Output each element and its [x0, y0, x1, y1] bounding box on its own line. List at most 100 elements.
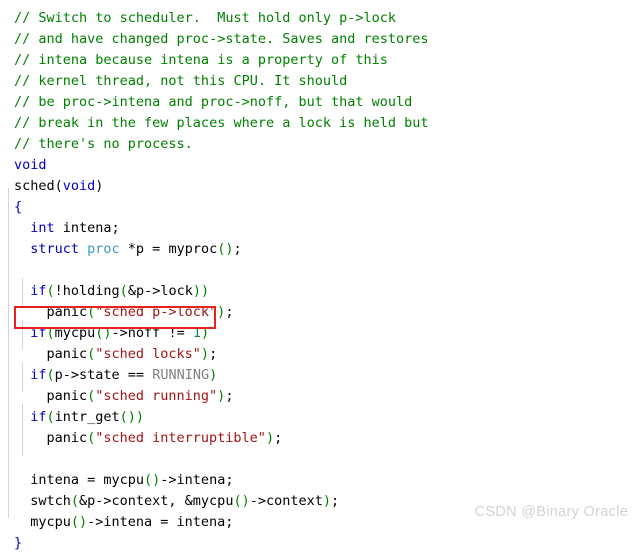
code-token-number: 1 [192, 325, 201, 341]
code-line: // there's no process. [14, 134, 193, 155]
code-token-plain: ; [331, 493, 340, 509]
code-token-keyword: if [30, 409, 47, 425]
code-token-keyword: if [30, 283, 47, 299]
code-token-keyword: if [30, 325, 47, 341]
code-token-plain: ; [209, 346, 218, 362]
code-token-comment: // Switch to scheduler. Must hold only p… [14, 10, 397, 26]
code-token-punct: ( [119, 283, 128, 299]
code-token-plain: ( [54, 178, 63, 194]
code-line: panic("sched interruptible"); [46, 428, 282, 449]
code-token-plain: ; [274, 430, 283, 446]
code-line: // and have changed proc->state. Saves a… [14, 29, 429, 50]
code-token-plain: panic [46, 346, 88, 362]
code-token-plain: sched [14, 178, 55, 194]
code-line: int intena; [30, 218, 119, 239]
code-token-comment: // be proc->intena and proc->noff, but t… [14, 94, 413, 110]
code-token-punct: () [217, 241, 234, 257]
code-token-brace: { [14, 199, 23, 215]
code-token-punct: ) [322, 493, 332, 509]
code-token-comment: // intena because intena is a property o… [14, 52, 388, 68]
code-token-plain: mycpu [54, 325, 96, 341]
code-token-punct: ) [200, 325, 210, 341]
code-token-punct: ( [46, 283, 55, 299]
code-line: } [14, 533, 22, 554]
code-line: mycpu()->intena = intena; [30, 512, 233, 533]
code-token-type: proc [87, 241, 120, 257]
code-token-keyword: if [30, 367, 47, 383]
code-token-punct: ) [200, 346, 210, 362]
code-token-constant: RUNNING [152, 367, 210, 383]
code-token-punct: () [95, 325, 112, 341]
code-token-punct: ()) [119, 409, 145, 425]
code-token-comment: // break in the few places where a lock … [14, 115, 429, 131]
code-token-plain: !holding [54, 283, 120, 299]
code-token-plain: ) [95, 178, 104, 194]
code-token-plain: panic [46, 388, 88, 404]
code-line: // intena because intena is a property o… [14, 50, 388, 71]
code-token-punct: () [70, 514, 88, 530]
code-token-plain: p->state == [54, 367, 153, 383]
code-token-plain: ; [233, 241, 242, 257]
indent-guide-line [8, 188, 9, 518]
code-token-plain: ; [225, 388, 234, 404]
code-line: panic("sched running"); [46, 386, 233, 407]
code-line: // Switch to scheduler. Must hold only p… [14, 8, 396, 29]
code-line: if(mycpu()->noff != 1) [30, 323, 209, 344]
code-token-plain: swtch [30, 493, 71, 509]
code-line: if(!holding(&p->lock)) [30, 281, 209, 302]
code-token-punct: ) [209, 367, 218, 383]
code-token-punct: () [233, 493, 250, 509]
code-token-punct: ( [70, 493, 80, 509]
code-token-plain: mycpu [30, 514, 71, 530]
code-token-plain: intr_get [54, 409, 120, 425]
code-line: struct proc *p = myproc(); [30, 239, 241, 260]
code-token-punct: ) [265, 430, 275, 446]
code-token-comment: // and have changed proc->state. Saves a… [14, 31, 429, 47]
code-token-punct: () [144, 472, 161, 488]
code-line: sched(void) [14, 176, 103, 197]
code-token-punct: ( [46, 325, 55, 341]
code-line: if(p->state == RUNNING) [30, 365, 217, 386]
code-token-plain: *p = myproc [119, 241, 218, 257]
code-line: if(intr_get()) [30, 407, 144, 428]
code-token-punct: ( [46, 367, 55, 383]
indent-guide-line [22, 362, 23, 392]
code-token-plain: &p->lock [127, 283, 193, 299]
code-token-punct: )) [192, 283, 210, 299]
code-token-punct: ( [46, 409, 55, 425]
code-token-plain: ->noff != [111, 325, 193, 341]
code-line: void [14, 155, 47, 176]
code-token-keyword: int [30, 220, 55, 236]
code-token-brace: } [14, 535, 23, 551]
code-token-comment: // there's no process. [14, 136, 193, 152]
code-token-keyword: struct [30, 241, 80, 257]
code-token-plain: intena = mycpu [30, 472, 145, 488]
code-snippet-surface: // Switch to scheduler. Must hold only p… [0, 0, 640, 551]
code-line: panic("sched locks"); [46, 344, 217, 365]
code-token-plain: ->context [249, 493, 323, 509]
watermark-text: CSDN @Binary Oracle [474, 504, 628, 520]
code-token-plain: ->intena; [160, 472, 234, 488]
code-line: { [14, 197, 22, 218]
code-token-string: "sched interruptible" [95, 430, 266, 446]
code-token-comment: // kernel thread, not this CPU. It shoul… [14, 73, 348, 89]
code-line: intena = mycpu()->intena; [30, 470, 233, 491]
code-token-plain: panic [46, 430, 88, 446]
code-token-keyword: void [62, 178, 96, 194]
indent-guide-line [22, 278, 23, 308]
code-token-plain: panic [46, 304, 88, 320]
code-token-string: "sched p->lock" [95, 304, 218, 320]
code-token-plain: intena; [54, 220, 120, 236]
code-token-plain: &p->context, &mycpu [79, 493, 234, 509]
code-token-string: "sched running" [95, 388, 218, 404]
code-line: panic("sched p->lock"); [46, 302, 233, 323]
code-line: swtch(&p->context, &mycpu()->context); [30, 491, 339, 512]
indent-guide-line [22, 320, 23, 350]
code-token-string: "sched locks" [95, 346, 201, 362]
code-line: // break in the few places where a lock … [14, 113, 429, 134]
code-line: // kernel thread, not this CPU. It shoul… [14, 71, 347, 92]
code-token-keyword: void [14, 157, 47, 173]
code-token-plain: ; [225, 304, 234, 320]
code-token-plain: ->intena = intena; [87, 514, 234, 530]
